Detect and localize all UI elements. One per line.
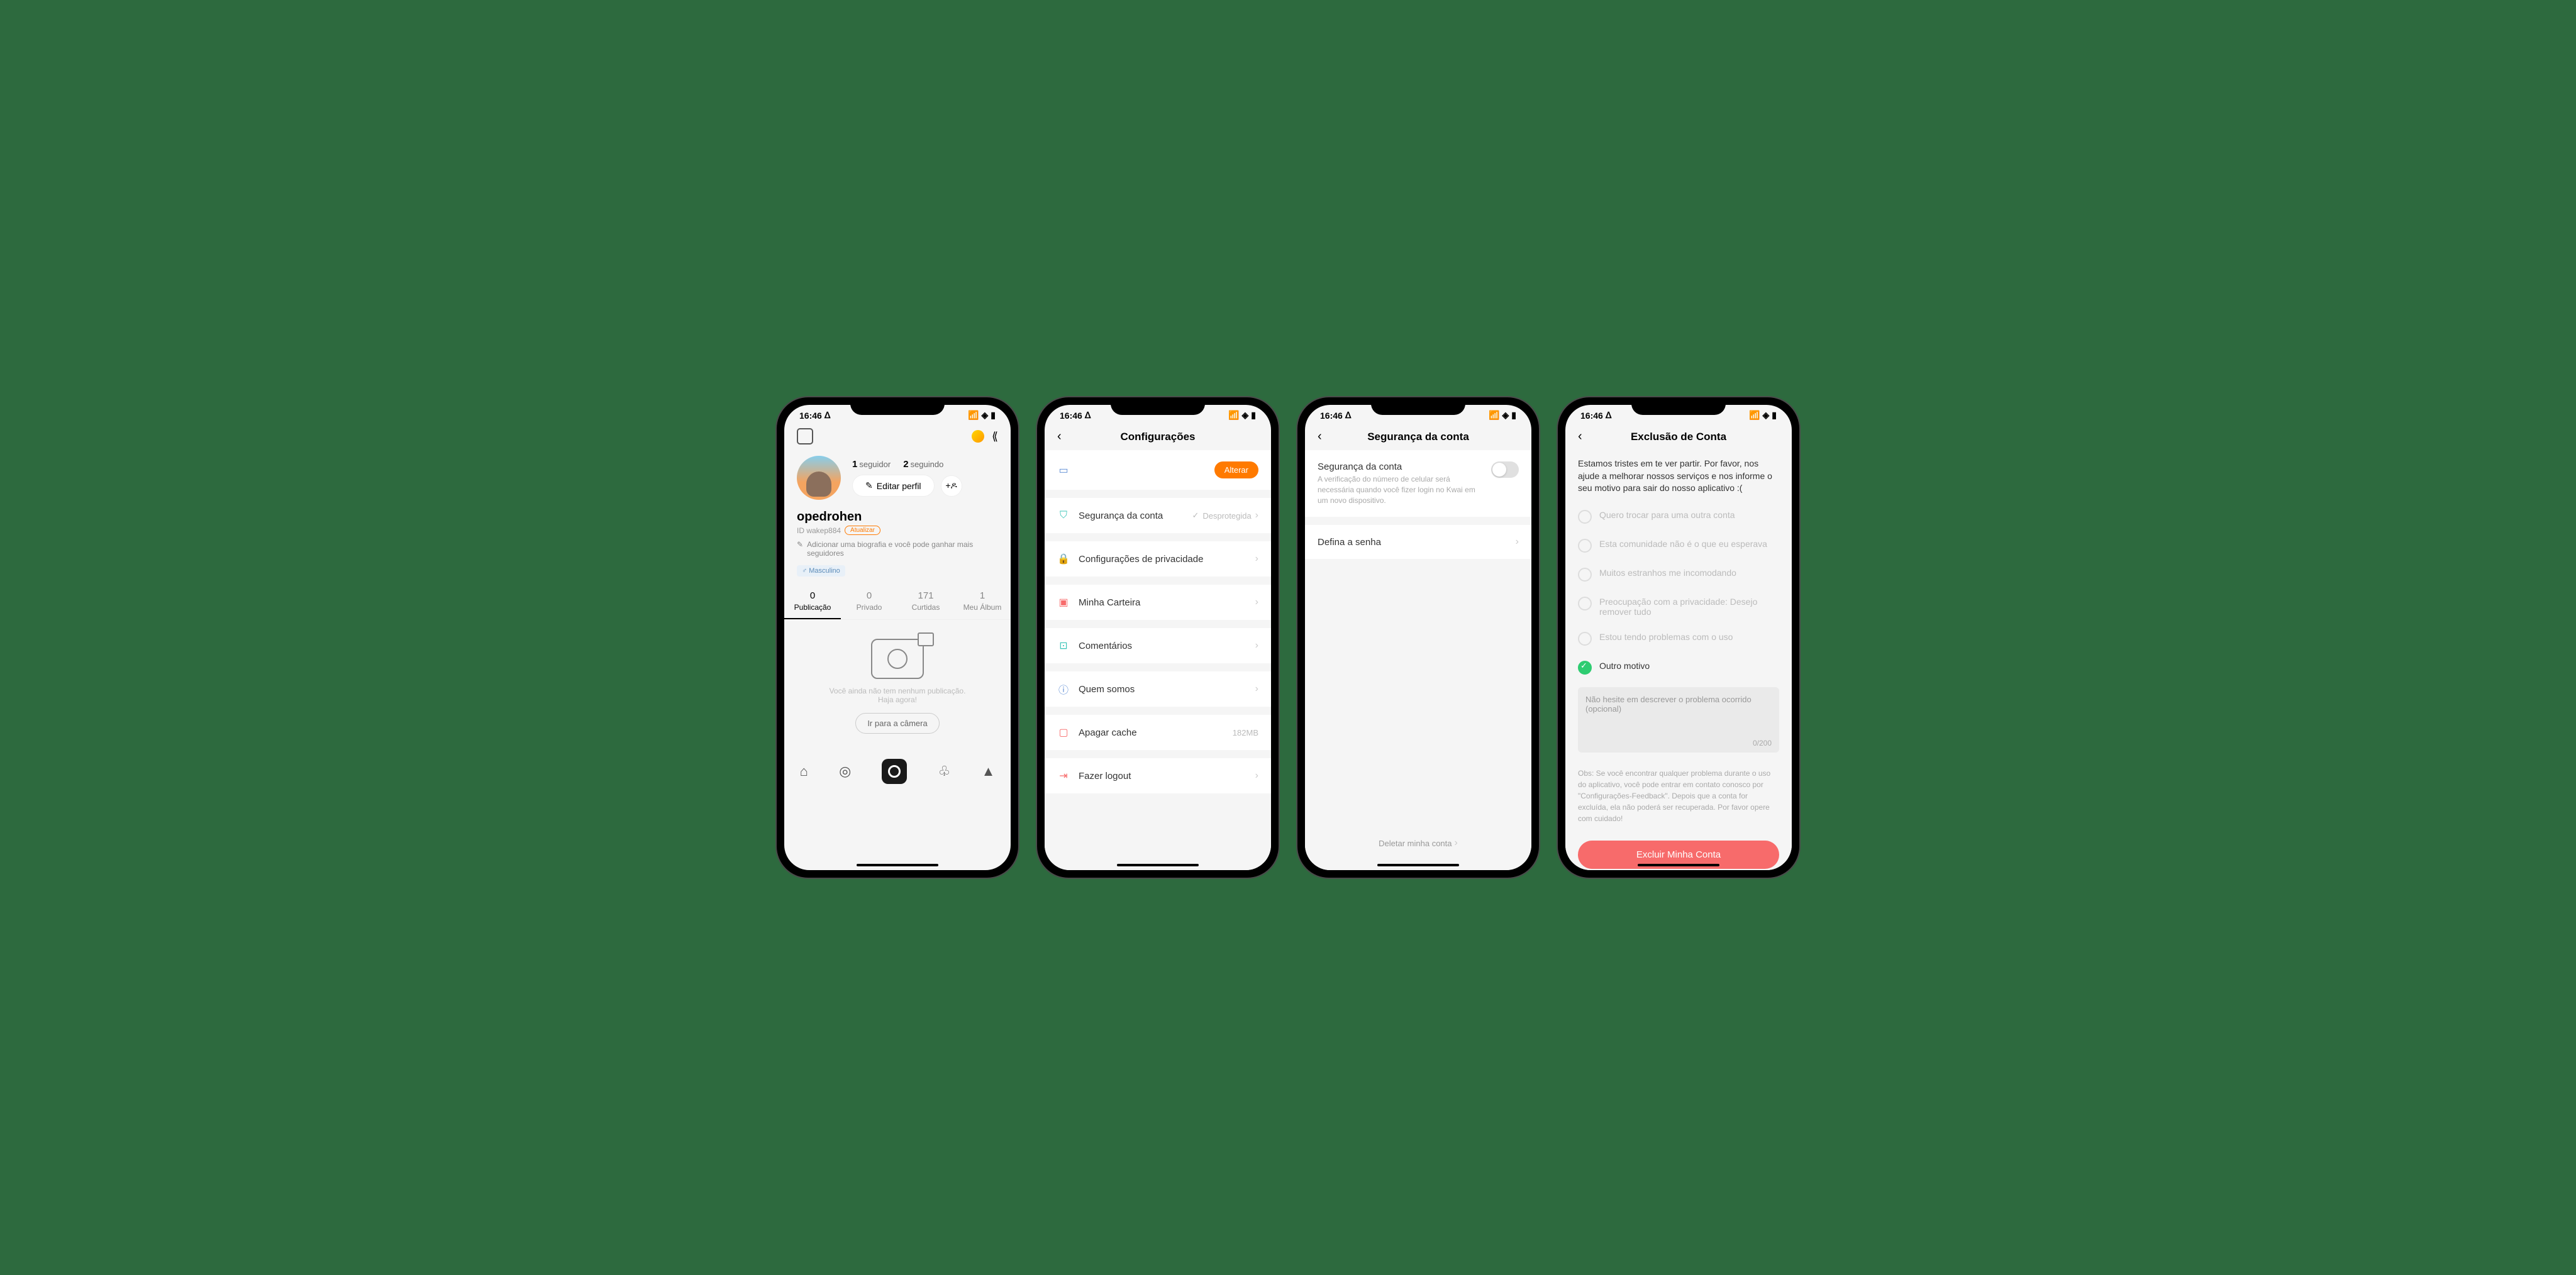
row-account-security[interactable]: Segurança da conta A verificação do núme… [1305,450,1531,517]
signal-icon: 📶 [968,410,979,421]
user-id: ID wakep884 [797,526,841,535]
empty-text: Você ainda não tem nenhum publicação. Ha… [797,687,998,704]
page-title: Exclusão de Conta [1593,431,1764,443]
warning-note: Obs: Se você encontrar qualquer problema… [1565,758,1792,834]
page-title: Segurança da conta [1333,431,1504,443]
location-icon: ᐃ [824,410,831,421]
char-counter: 0/200 [1753,739,1772,748]
page-title: Configurações [1072,431,1243,443]
chevron-right-icon: › [1255,640,1258,651]
add-friend-button[interactable]: +ዶ [941,475,962,497]
edit-profile-button[interactable]: ✎Editar perfil [852,475,935,497]
reason-textarea[interactable]: Não hesite em descrever o problema ocorr… [1578,687,1779,753]
nav-explore[interactable]: ◎ [839,763,851,780]
update-badge[interactable]: Atualizar [845,526,880,535]
avatar[interactable] [797,456,841,500]
tab-private[interactable]: 0Privado [841,584,897,619]
chevron-right-icon: › [1455,837,1458,849]
row-about[interactable]: ⓘ Quem somos › [1045,671,1271,707]
reason-option-5[interactable]: Outro motivo [1565,653,1792,682]
security-description: A verificação do número de celular será … [1318,474,1482,505]
share-icon[interactable]: ⟪ [992,430,998,443]
phone-icon: ▭ [1057,464,1070,477]
trash-icon: ▢ [1057,726,1070,739]
comment-icon: ⊡ [1057,639,1070,652]
edit-icon: ✎ [865,480,873,491]
tab-posts[interactable]: 0Publicação [784,584,841,619]
nav-notifications[interactable]: ♧ [938,763,951,780]
nav-profile[interactable]: ▲ [982,763,996,780]
coin-icon[interactable] [972,430,984,443]
chevron-right-icon: › [1255,553,1258,565]
row-security[interactable]: ⛉ Segurança da conta ✓Desprotegida› [1045,498,1271,534]
pencil-icon: ✎ [797,540,803,549]
bio-hint[interactable]: ✎ Adicionar uma biografia e você pode ga… [784,535,1011,563]
tab-album[interactable]: 1Meu Álbum [954,584,1011,619]
intro-text: Estamos tristes em te ver partir. Por fa… [1565,450,1792,502]
row-account[interactable]: ▭ Alterar [1045,450,1271,490]
chevron-right-icon: › [1255,597,1258,608]
chevron-right-icon: › [1255,683,1258,695]
wifi-icon: ◈ [982,410,989,421]
home-indicator [857,864,938,866]
row-wallet[interactable]: ▣ Minha Carteira › [1045,585,1271,621]
delete-account-link[interactable]: Deletar minha conta› [1305,826,1531,860]
camera-illustration [871,639,924,679]
reason-option-2[interactable]: Muitos estranhos me incomodando [1565,560,1792,589]
logout-icon: ⇥ [1057,770,1070,782]
row-logout[interactable]: ⇥ Fazer logout › [1045,758,1271,794]
home-indicator [1377,864,1459,866]
gender-tag: ♂Masculino [797,565,845,577]
row-comments[interactable]: ⊡ Comentários › [1045,628,1271,664]
security-toggle[interactable] [1491,461,1519,478]
row-password[interactable]: Defina a senha › [1305,525,1531,560]
home-indicator [1638,864,1719,866]
back-button[interactable]: ‹ [1318,429,1333,444]
tab-likes[interactable]: 171Curtidas [897,584,954,619]
back-button[interactable]: ‹ [1057,429,1072,444]
chevron-right-icon: › [1255,510,1258,521]
male-icon: ♂ [802,567,807,575]
check-icon: ✓ [1192,511,1199,521]
wallet-icon: ▣ [1057,596,1070,609]
info-icon: ⓘ [1057,683,1070,695]
username: opedrohen [784,506,1011,526]
reason-option-3[interactable]: Preocupação com a privacidade: Desejo re… [1565,589,1792,624]
shield-icon: ⛉ [1057,509,1070,522]
settings-icon[interactable] [797,428,813,444]
nav-home[interactable]: ⌂ [800,763,808,780]
reason-option-4[interactable]: Estou tendo problemas com o uso [1565,624,1792,653]
battery-icon: ▮ [991,410,996,421]
nav-record[interactable] [882,759,907,784]
chevron-right-icon: › [1255,770,1258,781]
row-privacy[interactable]: 🔒 Configurações de privacidade › [1045,541,1271,577]
following-stat[interactable]: 2seguindo [903,459,943,470]
reason-option-1[interactable]: Esta comunidade não é o que eu esperava [1565,531,1792,560]
home-indicator [1117,864,1199,866]
row-cache[interactable]: ▢ Apagar cache 182MB [1045,715,1271,751]
lock-icon: 🔒 [1057,553,1070,565]
alterar-button[interactable]: Alterar [1214,461,1258,478]
followers-stat[interactable]: 1seguidor [852,459,891,470]
go-to-camera-button[interactable]: Ir para a câmera [855,713,939,734]
reason-option-0[interactable]: Quero trocar para uma outra conta [1565,502,1792,531]
back-button[interactable]: ‹ [1578,429,1593,444]
chevron-right-icon: › [1516,536,1519,548]
